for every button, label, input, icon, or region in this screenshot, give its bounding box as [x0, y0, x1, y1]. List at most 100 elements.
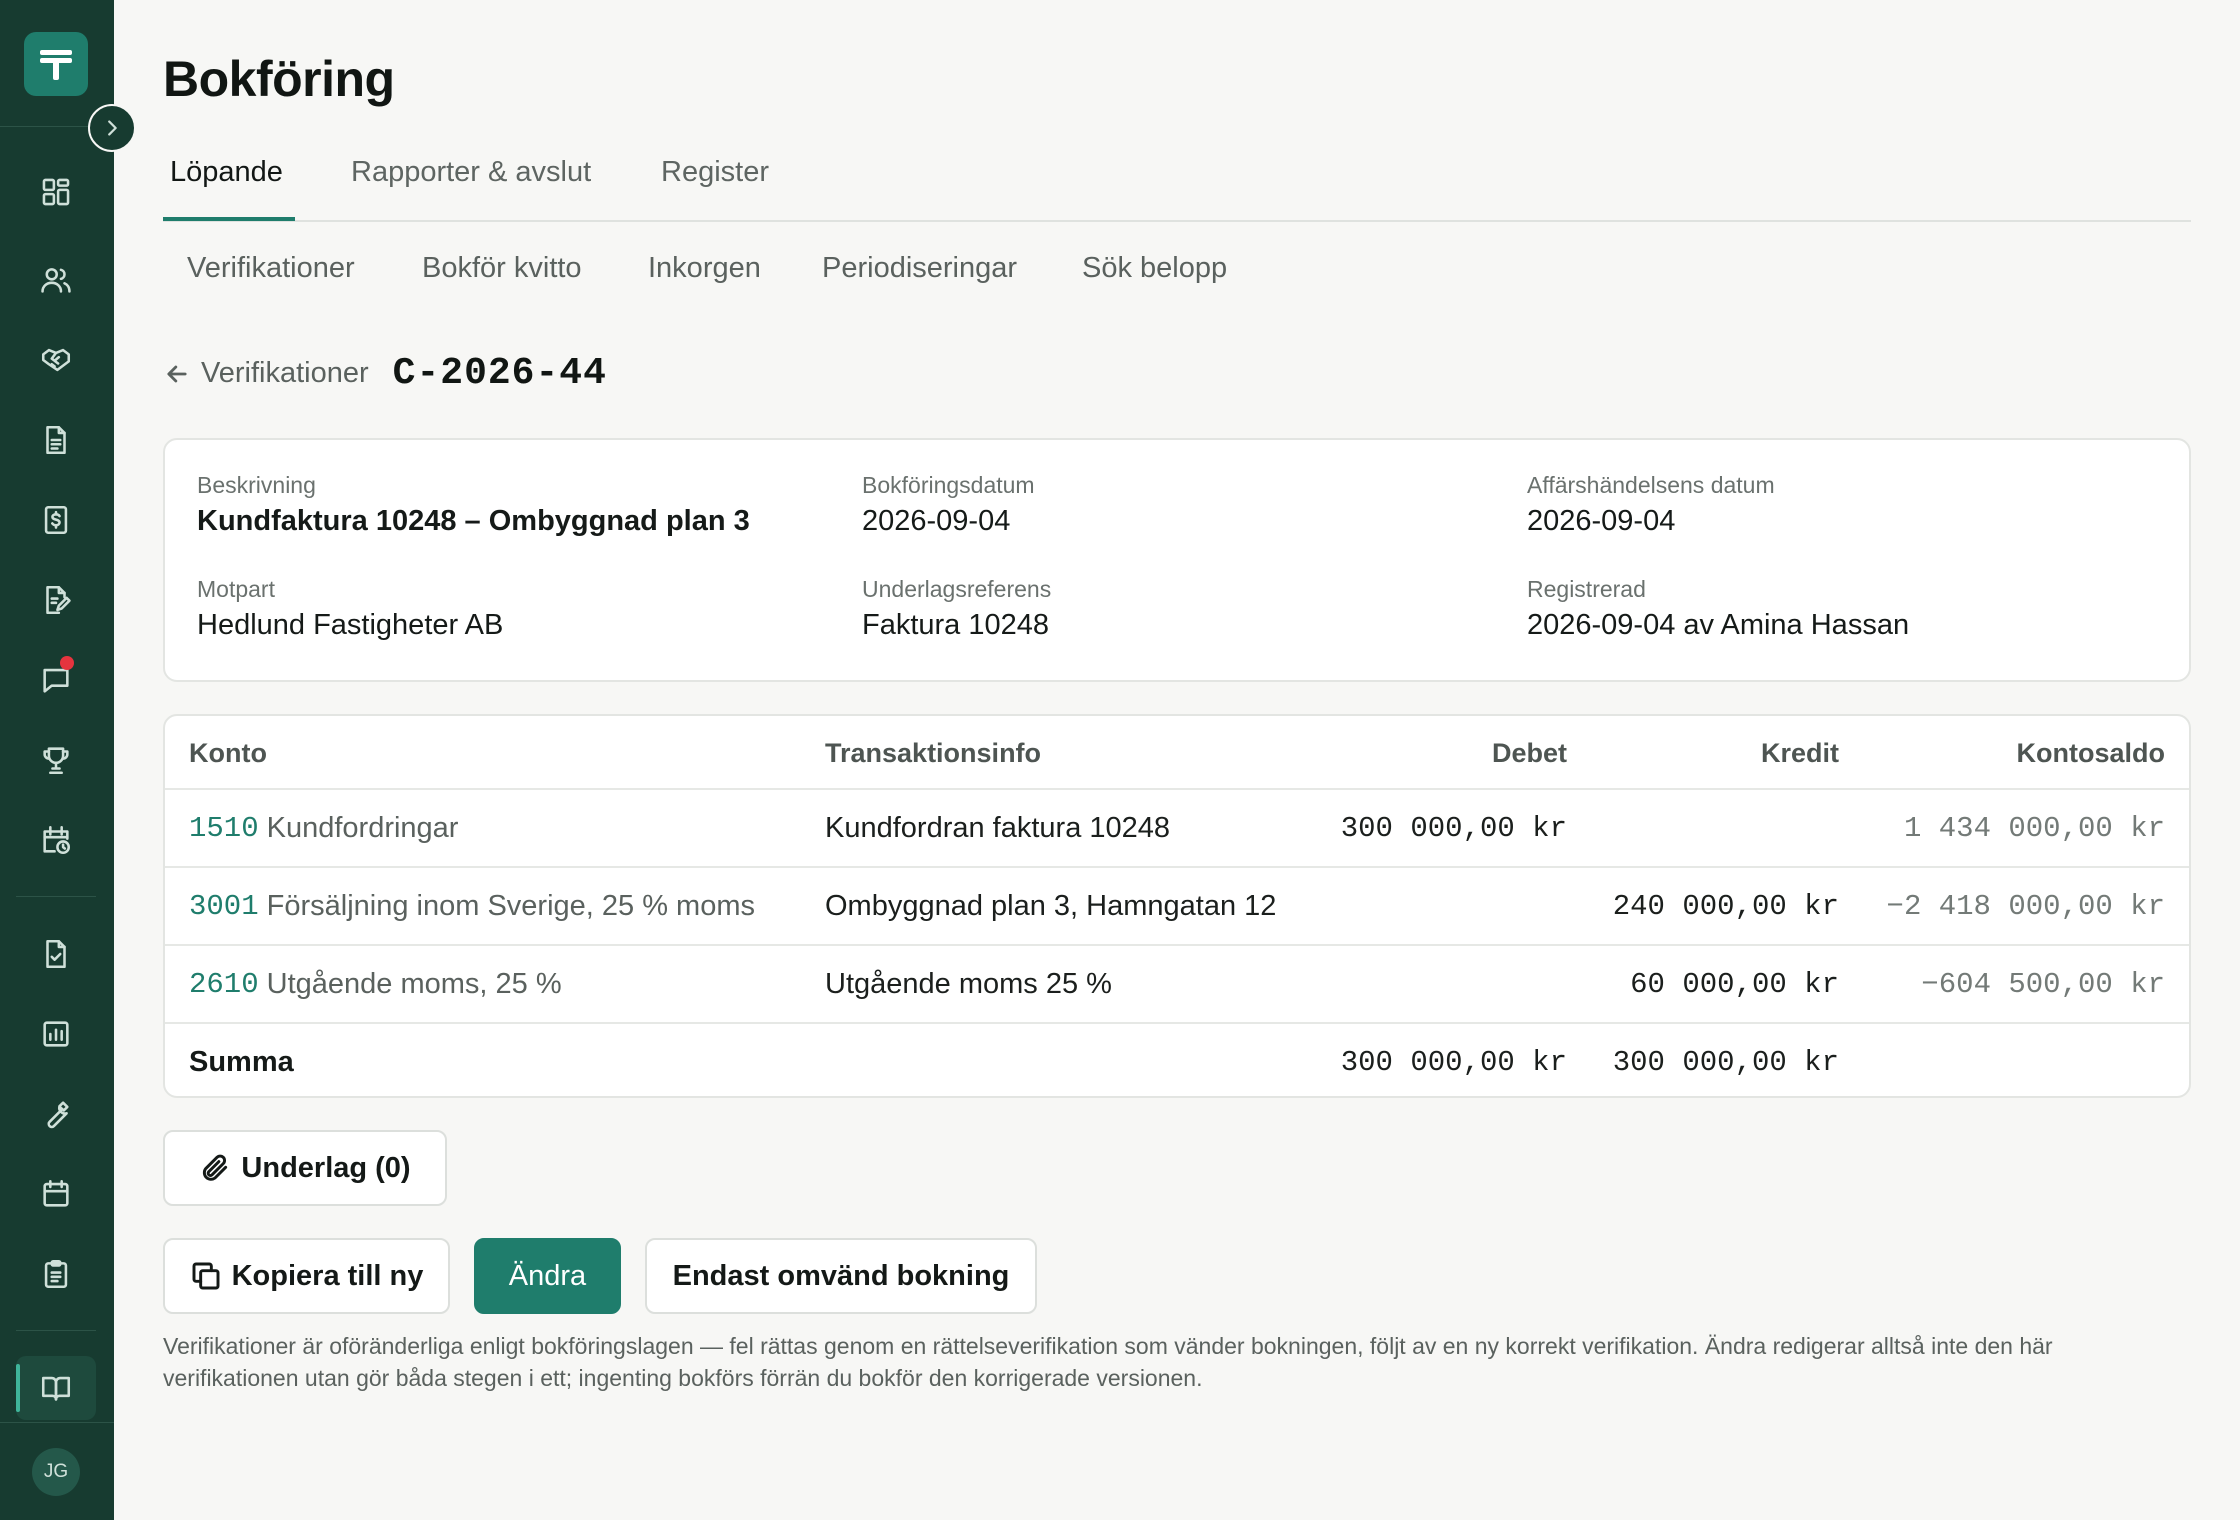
sidebar-item-overview[interactable]: [16, 160, 96, 224]
sidebar-item-deals[interactable]: [16, 328, 96, 392]
field-value: Hedlund Fastigheter AB: [197, 609, 504, 641]
arrow-left-icon: [167, 365, 187, 382]
field-description: Beskrivning Kundfaktura 10248 – Ombyggna…: [197, 472, 750, 538]
cell-debit: 300 000,00 kr: [1340, 811, 1567, 845]
table-sum-row: Summa 300 000,00 kr 300 000,00 kr: [165, 1022, 2189, 1096]
calendar-clock-icon: [43, 825, 71, 855]
sum-label: Summa: [189, 1045, 294, 1078]
sidebar-item-reports[interactable]: [16, 1002, 96, 1066]
sidebar-item-customers[interactable]: [16, 248, 96, 312]
tab-lopande[interactable]: Löpande: [170, 156, 283, 189]
sidebar-item-bookkeeping[interactable]: [16, 1356, 96, 1420]
reverse-only-button[interactable]: Endast omvänd bokning: [645, 1238, 1037, 1314]
sidebar-item-messages[interactable]: [16, 648, 96, 712]
field-value: 2026-09-04: [1527, 505, 1676, 537]
dashboard-icon: [42, 178, 70, 206]
active-tab-indicator: [163, 217, 295, 221]
sidebar-item-tools[interactable]: [16, 1082, 96, 1146]
subnav-periodiseringar[interactable]: Periodiseringar: [822, 252, 1017, 285]
chart-icon: [43, 1021, 69, 1047]
cell-info: Kundfordran faktura 10248: [825, 811, 1171, 844]
cell-balance: −2 418 000,00 kr: [1886, 889, 2165, 923]
account-number-link[interactable]: 1510: [189, 812, 259, 845]
app-logo[interactable]: [24, 32, 88, 96]
copy-to-new-button[interactable]: Kopiera till ny: [163, 1238, 450, 1314]
cell-info: Ombyggnad plan 3, Hamngatan 12: [825, 889, 1277, 922]
document-edit-icon: [46, 585, 71, 615]
account-number-link[interactable]: 3001: [189, 890, 259, 923]
sidebar-item-contracts[interactable]: [16, 568, 96, 632]
back-link[interactable]: Verifikationer: [163, 357, 369, 390]
invoice-dollar-icon: [44, 505, 68, 535]
sidebar-divider: [16, 896, 96, 897]
field-booking-date: Bokföringsdatum 2026-09-04: [862, 472, 1035, 538]
subnav-inkorgen[interactable]: Inkorgen: [648, 252, 761, 285]
page-title: Bokföring: [163, 51, 395, 107]
wrench-icon: [47, 1101, 69, 1129]
back-link-label: Verifikationer: [201, 357, 369, 389]
field-value: 2026-09-04: [862, 505, 1011, 537]
sum-credit: 300 000,00 kr: [1612, 1045, 1839, 1079]
transactions-table: Konto Transaktionsinfo Debet Kredit Kont…: [163, 714, 2191, 1098]
tab-rapporter-avslut[interactable]: Rapporter & avslut: [351, 156, 591, 189]
sidebar: JG: [0, 0, 114, 1520]
app-logo-icon: [40, 50, 72, 80]
sidebar-item-schedule[interactable]: [16, 808, 96, 872]
notification-dot: [60, 656, 74, 670]
field-registered: Registrerad 2026-09-04 av Amina Hassan: [1527, 576, 1909, 642]
cell-credit: 240 000,00 kr: [1612, 889, 1839, 923]
paperclip-icon: [203, 1154, 228, 1181]
sidebar-collapse-button[interactable]: [88, 104, 136, 152]
account-name: Kundfordringar: [266, 811, 459, 844]
book-open-icon: [41, 1376, 71, 1401]
subnav-bokfor-kvitto[interactable]: Bokför kvitto: [422, 252, 582, 285]
sidebar-item-invoices[interactable]: [16, 488, 96, 552]
account-number-link[interactable]: 2610: [189, 968, 259, 1001]
sidebar-divider: [16, 1330, 96, 1331]
field-label: Bokföringsdatum: [862, 472, 1035, 498]
clipboard-icon: [44, 1259, 68, 1289]
chevron-right-icon: [108, 120, 117, 136]
calendar-icon: [43, 1179, 69, 1207]
cell-credit: 60 000,00 kr: [1630, 967, 1839, 1001]
copy-to-new-button-label: Kopiera till ny: [231, 1259, 424, 1292]
column-header-info: Transaktionsinfo: [825, 738, 1042, 768]
account-name: Försäljning inom Sverige, 25 % moms: [266, 889, 755, 922]
edit-button[interactable]: Ändra: [474, 1238, 621, 1314]
account-name: Utgående moms, 25 %: [266, 967, 562, 1000]
users-icon: [41, 268, 71, 293]
field-label: Beskrivning: [197, 472, 316, 498]
cell-info: Utgående moms 25 %: [825, 967, 1112, 1000]
document-icon: [46, 425, 66, 455]
cell-account: 2610 Utgående moms, 25 %: [189, 946, 562, 1022]
sidebar-item-documents[interactable]: [16, 408, 96, 472]
table-row[interactable]: 2610 Utgående moms, 25 % Utgående moms 2…: [165, 944, 2189, 1022]
field-reference: Underlagsreferens Faktura 10248: [862, 576, 1051, 642]
trophy-icon: [43, 747, 69, 775]
tab-register[interactable]: Register: [661, 156, 769, 189]
table-row[interactable]: 3001 Försäljning inom Sverige, 25 % moms…: [165, 866, 2189, 944]
sidebar-item-achievements[interactable]: [16, 728, 96, 792]
sidebar-divider: [0, 1422, 114, 1423]
cell-account: 1510 Kundfordringar: [189, 790, 458, 866]
table-row[interactable]: 1510 Kundfordringar Kundfordran faktura …: [165, 788, 2189, 866]
sidebar-item-calendar[interactable]: [16, 1162, 96, 1226]
user-avatar[interactable]: JG: [32, 1448, 80, 1496]
sidebar-item-checklists[interactable]: [16, 1242, 96, 1306]
field-label: Registrerad: [1527, 576, 1646, 602]
attachments-button-label: Underlag (0): [241, 1151, 411, 1184]
subnav-verifikationer[interactable]: Verifikationer: [187, 252, 355, 285]
column-header-balance: Kontosaldo: [2016, 738, 2166, 768]
subnav-sok-belopp[interactable]: Sök belopp: [1082, 252, 1227, 285]
sidebar-item-approvals[interactable]: [16, 922, 96, 986]
field-value: Kundfaktura 10248 – Ombyggnad plan 3: [197, 505, 750, 537]
attachments-button[interactable]: Underlag (0): [163, 1130, 447, 1206]
immutability-note: Verifikationer är oföränderliga enligt b…: [163, 1333, 2053, 1391]
column-header-debit: Debet: [1491, 738, 1567, 768]
cell-balance: −604 500,00 kr: [1921, 967, 2165, 1001]
field-label: Motpart: [197, 576, 275, 602]
field-label: Affärshändelsens datum: [1527, 472, 1775, 498]
copy-icon: [192, 1262, 220, 1290]
sum-debit: 300 000,00 kr: [1340, 1045, 1567, 1079]
field-value: Faktura 10248: [862, 609, 1050, 641]
